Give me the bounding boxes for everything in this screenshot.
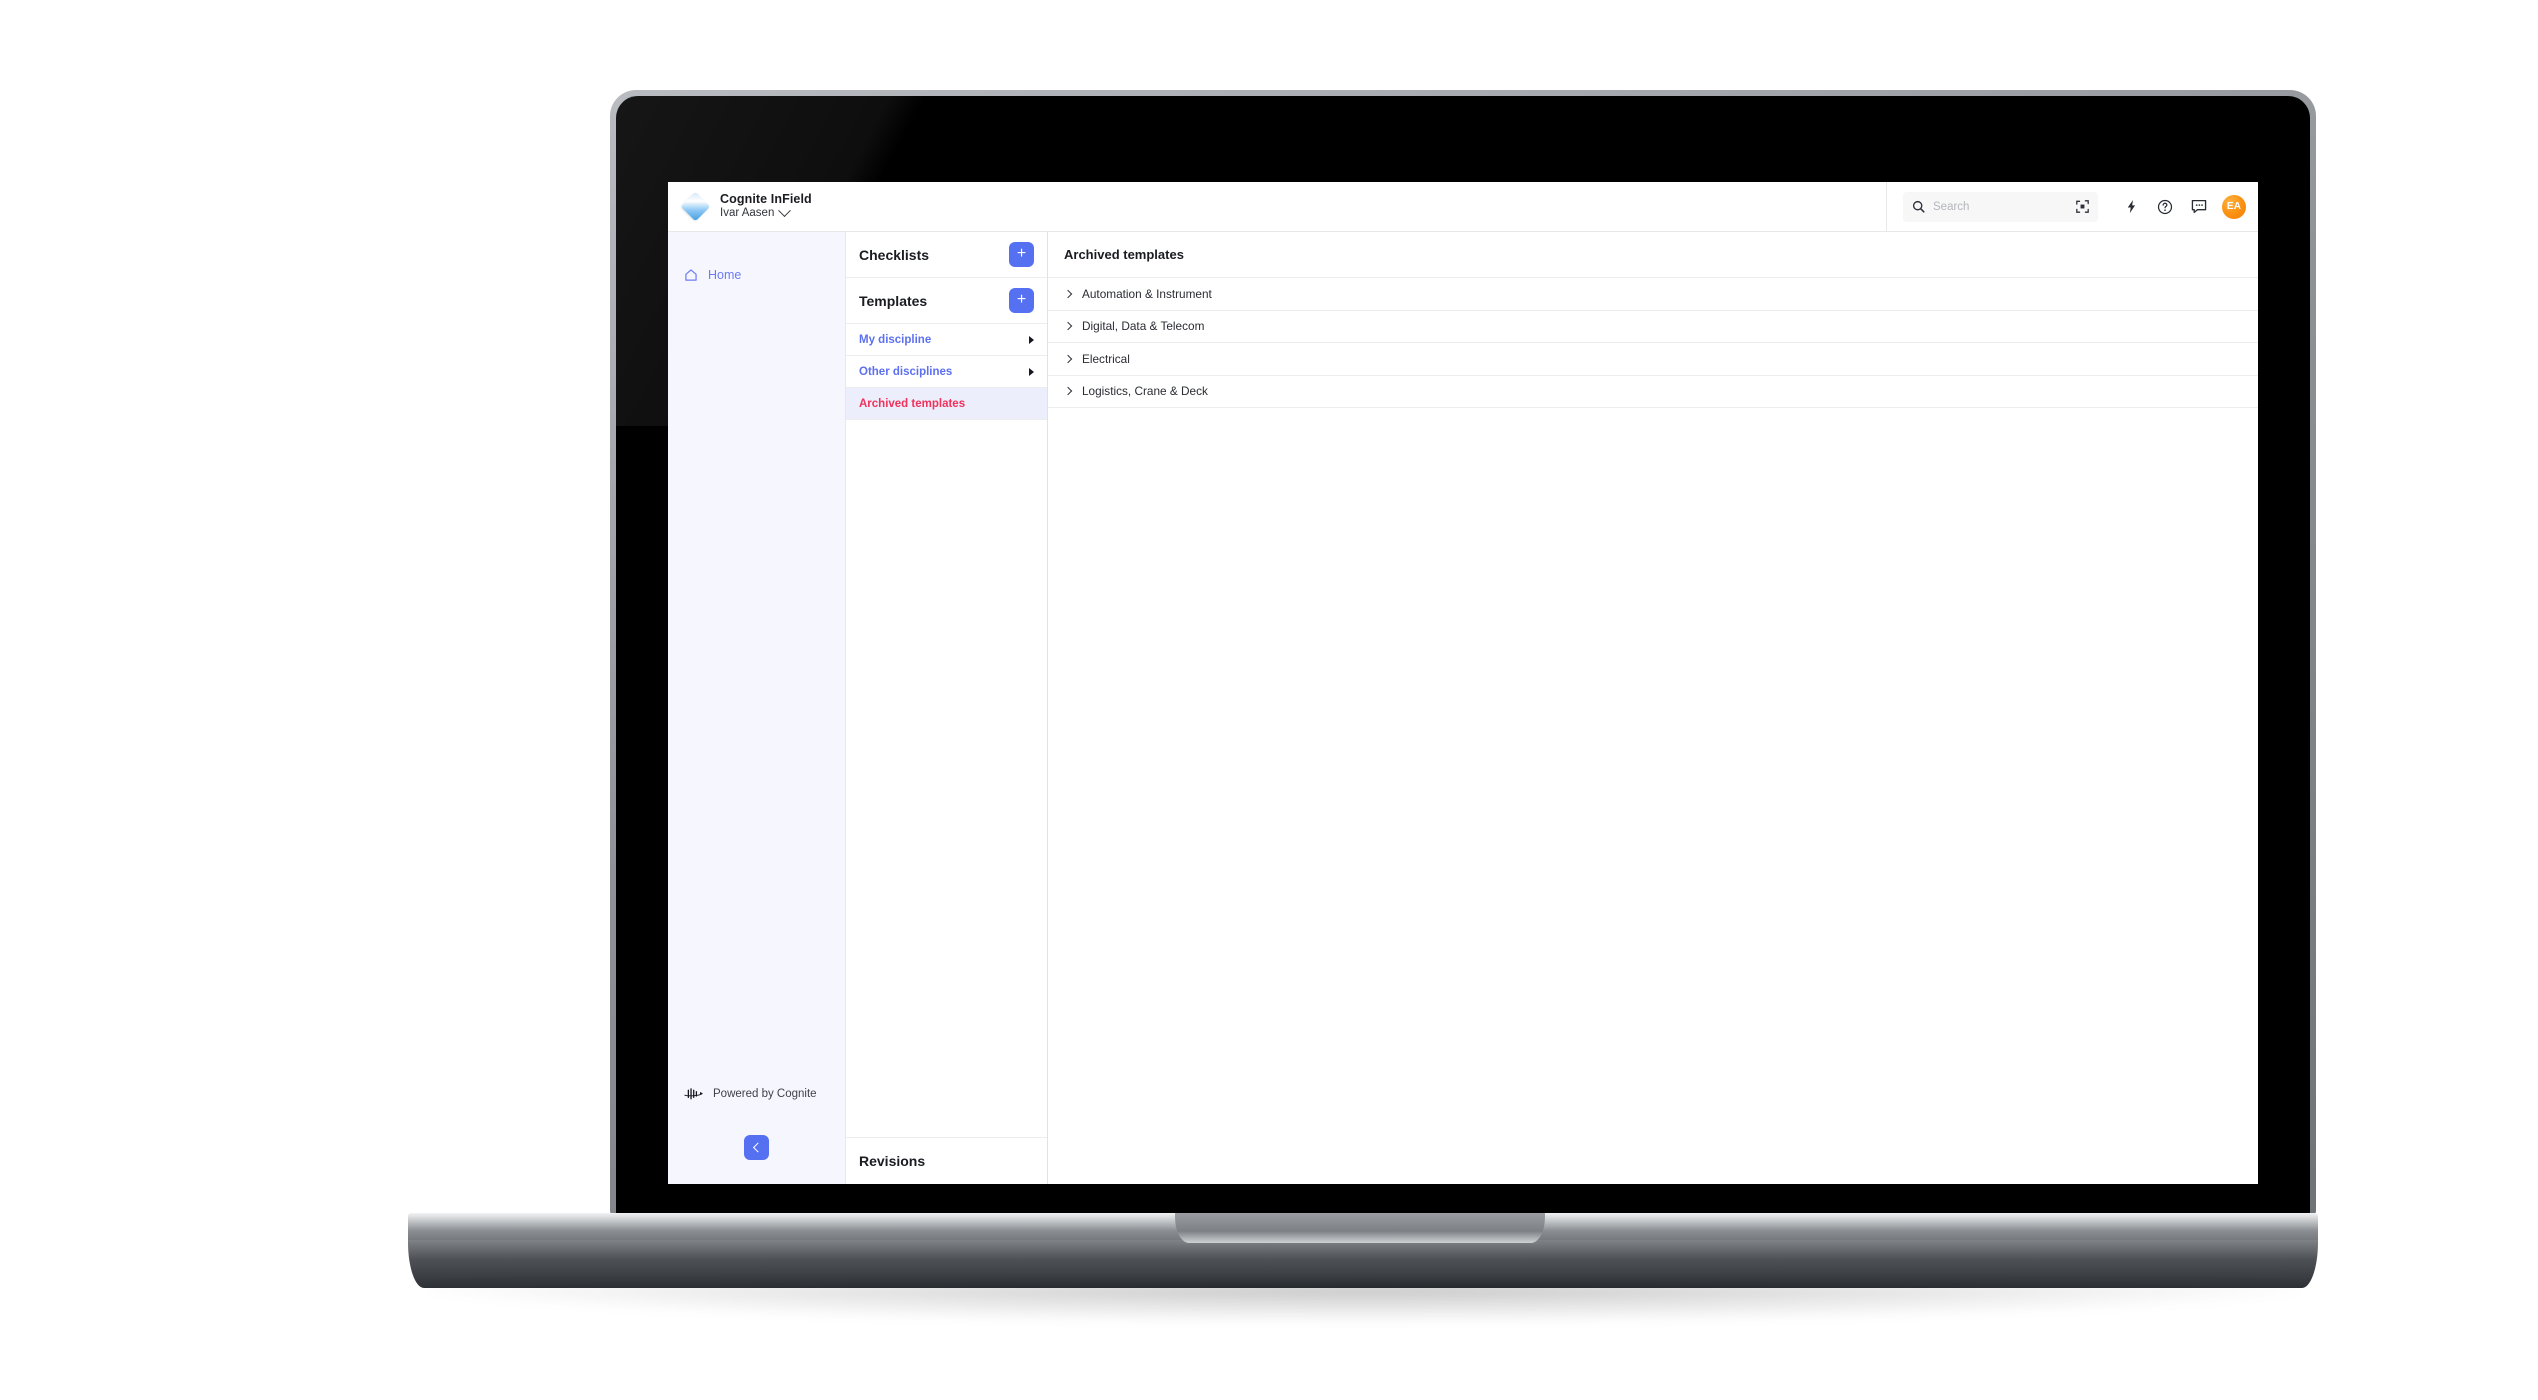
collapse-sidebar-button[interactable] [744, 1135, 769, 1160]
list-item[interactable]: Electrical [1048, 343, 2258, 376]
panel-spacer [846, 420, 1047, 1138]
templates-title: Templates [859, 292, 928, 309]
header-actions: Search EA [1886, 182, 2258, 231]
chevron-right-icon [1063, 322, 1073, 331]
powered-by-row: Powered by Cognite [668, 1087, 845, 1101]
add-template-button[interactable]: + [1009, 288, 1034, 313]
template-link-my-discipline[interactable]: My discipline [846, 324, 1047, 356]
sidebar-footer: Powered by Cognite [668, 1087, 845, 1184]
home-icon [685, 269, 697, 281]
templates-panel: Checklists + Templates + My discipline O… [846, 232, 1048, 1184]
page-title: Archived templates [1064, 247, 1184, 262]
app-body: Home Powered by Cognite Checklists + Tem… [668, 232, 2258, 1184]
chevron-down-icon [778, 204, 792, 218]
left-sidebar: Home Powered by Cognite [668, 232, 846, 1184]
triangle-right-icon [1029, 335, 1034, 344]
app-header: Cognite InField Ivar Aasen Search EA [668, 182, 2258, 232]
revisions-title: Revisions [859, 1153, 926, 1169]
search-icon [1912, 200, 1925, 213]
template-link-label: Archived templates [859, 397, 966, 410]
main-header: Archived templates [1048, 232, 2258, 278]
brand-text: Cognite InField Ivar Aasen [720, 192, 812, 220]
help-icon[interactable] [2148, 190, 2182, 224]
cognite-diamond-logo-icon [680, 191, 711, 221]
laptop-base-body [408, 1240, 2318, 1288]
list-item-label: Electrical [1082, 351, 1130, 366]
checklists-title: Checklists [859, 246, 930, 263]
template-link-label: Other disciplines [859, 365, 953, 378]
user-switcher[interactable]: Ivar Aasen [720, 204, 812, 221]
sidebar-item-home[interactable]: Home [668, 258, 845, 292]
feedback-icon[interactable] [2182, 190, 2216, 224]
revisions-section-header: Revisions [846, 1138, 1047, 1184]
list-item[interactable]: Automation & Instrument [1048, 278, 2258, 311]
laptop-shadow [430, 1284, 2300, 1322]
collapse-sidebar-wrap [668, 1135, 845, 1174]
list-item-label: Logistics, Crane & Deck [1082, 384, 1208, 399]
template-link-label: My discipline [859, 333, 932, 346]
laptop-mockup: Cognite InField Ivar Aasen Search EA Hom… [0, 0, 2538, 1400]
archived-templates-list: Automation & Instrument Digital, Data & … [1048, 278, 2258, 408]
cognite-mark-icon [684, 1088, 703, 1100]
chevron-right-icon [1063, 387, 1073, 396]
list-item-label: Digital, Data & Telecom [1082, 319, 1205, 334]
user-name: Ivar Aasen [720, 207, 775, 220]
templates-section-header: Templates + [846, 278, 1047, 324]
list-item[interactable]: Logistics, Crane & Deck [1048, 376, 2258, 408]
sidebar-item-label: Home [708, 268, 742, 282]
header-divider [1886, 182, 1887, 231]
scan-icon[interactable] [2076, 200, 2089, 213]
list-item[interactable]: Digital, Data & Telecom [1048, 311, 2258, 343]
list-item-label: Automation & Instrument [1082, 286, 1212, 301]
lightning-icon[interactable] [2114, 190, 2148, 224]
chevron-right-icon [1063, 289, 1073, 298]
search-placeholder: Search [1933, 200, 1970, 213]
app-title: Cognite InField [720, 192, 812, 207]
laptop-base-notch [1175, 1213, 1545, 1243]
application-window: Cognite InField Ivar Aasen Search EA Hom… [668, 182, 2258, 1184]
add-checklist-button[interactable]: + [1009, 242, 1034, 267]
main-content: Archived templates Automation & Instrume… [1048, 232, 2258, 1184]
chevron-right-icon [1063, 354, 1073, 363]
powered-by-label: Powered by Cognite [713, 1088, 817, 1100]
template-link-other-disciplines[interactable]: Other disciplines [846, 356, 1047, 388]
checklists-section-header: Checklists + [846, 232, 1047, 278]
avatar[interactable]: EA [2222, 194, 2246, 219]
template-link-archived-templates[interactable]: Archived templates [846, 388, 1047, 420]
search-input[interactable]: Search [1903, 191, 2098, 222]
chevron-left-icon [752, 1142, 763, 1153]
brand-block[interactable]: Cognite InField Ivar Aasen [668, 191, 812, 221]
triangle-right-icon [1029, 367, 1034, 376]
